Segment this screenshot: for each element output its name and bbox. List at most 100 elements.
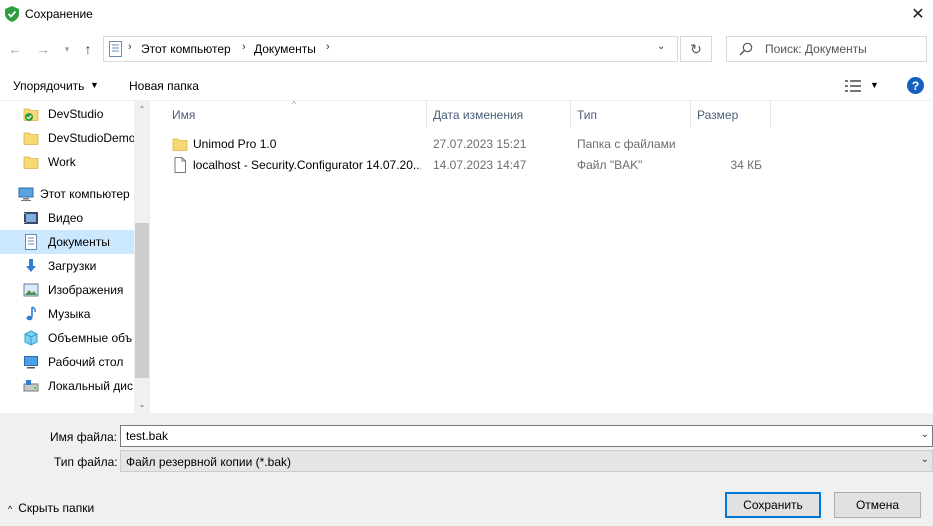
nav-scrollbar[interactable]: ⌃ ⌄ <box>134 101 150 413</box>
filetype-label: Тип файла: <box>54 455 118 469</box>
filetype-dropdown-icon[interactable]: ⌄ <box>921 454 929 465</box>
sidebar-item-label: Загрузки <box>48 259 97 273</box>
file-name: Unimod Pro 1.0 <box>193 137 277 151</box>
music-icon <box>23 306 39 322</box>
address-bar[interactable]: › Этот компьютер › Документы › ⌄ <box>103 36 678 62</box>
view-options-icon[interactable] <box>845 80 861 92</box>
filename-combobox[interactable]: ⌄ <box>120 425 933 447</box>
forward-button[interactable]: → <box>33 38 53 60</box>
file-row[interactable]: Unimod Pro 1.0 27.07.2023 15:21 Папка с фа… <box>150 133 770 154</box>
sidebar-item[interactable]: Work <box>0 150 134 174</box>
filename-dropdown-icon[interactable]: ⌄ <box>921 429 929 440</box>
folder-icon <box>172 136 188 152</box>
sidebar-item[interactable]: DevStudioDemo <box>0 126 136 150</box>
hide-folders-button[interactable]: ^ Скрыть папки <box>8 501 94 515</box>
column-size-label: Размер <box>697 108 739 122</box>
column-type-label: Тип <box>577 108 598 122</box>
close-button[interactable]: ✕ <box>905 2 931 26</box>
scroll-up-button[interactable]: ⌃ <box>134 101 150 118</box>
sidebar-item[interactable]: DevStudio <box>0 102 134 126</box>
hide-folders-label: Скрыть папки <box>18 501 95 515</box>
column-header-name[interactable]: Имя ^ <box>150 100 427 128</box>
devstudio-folder-icon <box>23 106 39 122</box>
column-name-label: Имя <box>172 108 196 122</box>
sidebar-item[interactable]: Рабочий стол <box>0 350 134 374</box>
breadcrumb-documents[interactable]: Документы <box>254 42 316 56</box>
breadcrumb-separator[interactable]: › <box>242 41 246 53</box>
desktop-icon <box>23 354 39 370</box>
sidebar-item-label: Этот компьютер <box>40 187 130 201</box>
folder-icon <box>23 154 39 170</box>
documents-icon <box>109 41 122 57</box>
local-disk-icon <box>23 378 39 394</box>
sidebar-item[interactable]: Изображения <box>0 278 134 302</box>
file-type: Папка с файлами <box>577 137 676 151</box>
sidebar-item[interactable]: Этот компьютер <box>0 182 134 206</box>
file-name: localhost - Security.Configurator 14.07.… <box>193 158 421 172</box>
filetype-select[interactable]: Файл резервной копии (*.bak) ⌄ <box>120 450 933 472</box>
back-button[interactable]: ← <box>5 38 25 60</box>
save-button[interactable]: Сохранить <box>725 492 821 518</box>
documents-icon <box>23 234 39 250</box>
breadcrumb-separator[interactable]: › <box>128 41 132 53</box>
search-box[interactable] <box>726 36 927 62</box>
scroll-down-button[interactable]: ⌄ <box>134 396 150 413</box>
sidebar-item-label: Документы <box>48 235 110 249</box>
sidebar-item[interactable]: Загрузки <box>0 254 134 278</box>
sidebar-item-label: Work <box>48 155 76 169</box>
file-size: 34 КБ <box>730 158 762 172</box>
new-folder-button[interactable]: Новая папка <box>129 79 199 93</box>
column-date-label: Дата изменения <box>433 108 524 122</box>
breadcrumb-separator[interactable]: › <box>326 41 330 53</box>
file-icon <box>172 157 188 173</box>
sidebar-item-label: Локальный дис <box>48 379 133 393</box>
address-dropdown-icon[interactable]: ⌄ <box>657 41 665 52</box>
pictures-icon <box>23 282 39 298</box>
window-title: Сохранение <box>25 7 93 21</box>
sidebar-item-label: Изображения <box>48 283 124 297</box>
file-date: 27.07.2023 15:21 <box>433 137 527 151</box>
sidebar-item-label: Объемные объ <box>48 331 133 345</box>
sidebar-item[interactable]: Видео <box>0 206 134 230</box>
organize-button[interactable]: Упорядочить <box>13 79 84 93</box>
title-bar: Сохранение ✕ <box>0 0 933 30</box>
filename-label: Имя файла: <box>50 430 117 444</box>
cancel-button[interactable]: Отмена <box>834 492 921 518</box>
column-header-type[interactable]: Тип <box>571 101 691 128</box>
computer-icon <box>18 186 34 202</box>
3d-objects-icon <box>23 330 39 346</box>
search-input[interactable] <box>765 42 920 56</box>
downloads-icon <box>23 258 39 274</box>
sidebar-item[interactable]: Музыка <box>0 302 134 326</box>
sidebar-item[interactable]: Локальный дис <box>0 374 134 398</box>
recent-locations-button[interactable]: ▾ <box>60 38 74 60</box>
view-chevron-icon[interactable]: ▼ <box>870 80 879 90</box>
refresh-button[interactable]: ↻ <box>680 36 712 62</box>
shield-check-icon <box>5 6 19 22</box>
save-form: Имя файла: ⌄ Тип файла: Файл резервной к… <box>0 413 933 526</box>
file-list[interactable]: Имя ^ Дата изменения Тип Размер Unimod P… <box>150 100 933 413</box>
filetype-value: Файл резервной копии (*.bak) <box>126 455 291 469</box>
file-row[interactable]: localhost - Security.Configurator 14.07.… <box>150 154 770 175</box>
column-header-date[interactable]: Дата изменения <box>427 101 571 128</box>
breadcrumb-this-pc[interactable]: Этот компьютер <box>141 42 231 56</box>
help-button[interactable]: ? <box>907 77 924 94</box>
search-icon <box>739 42 753 56</box>
sidebar-item-label: Видео <box>48 211 84 225</box>
file-date: 14.07.2023 14:47 <box>433 158 527 172</box>
sidebar-item-label: Рабочий стол <box>48 355 124 369</box>
sidebar-item-label: Музыка <box>48 307 91 321</box>
sidebar-item[interactable]: Документы <box>0 230 134 254</box>
up-button[interactable]: ↑ <box>78 38 98 60</box>
navigation-pane[interactable]: DevStudio DevStudioDemo Work Этот компьютер… <box>0 101 150 413</box>
sidebar-item[interactable]: Объемные объ <box>0 326 134 350</box>
file-type: Файл "BAK" <box>577 158 643 172</box>
organize-chevron-icon[interactable]: ▼ <box>90 80 99 90</box>
filename-input[interactable] <box>126 429 906 443</box>
scroll-thumb[interactable] <box>135 223 149 378</box>
sidebar-item-label: DevStudioDemo <box>48 131 136 145</box>
sidebar-item-label: DevStudio <box>48 107 104 121</box>
column-header-size[interactable]: Размер <box>691 101 771 128</box>
sort-ascending-icon: ^ <box>292 100 296 109</box>
folder-icon <box>23 130 39 146</box>
